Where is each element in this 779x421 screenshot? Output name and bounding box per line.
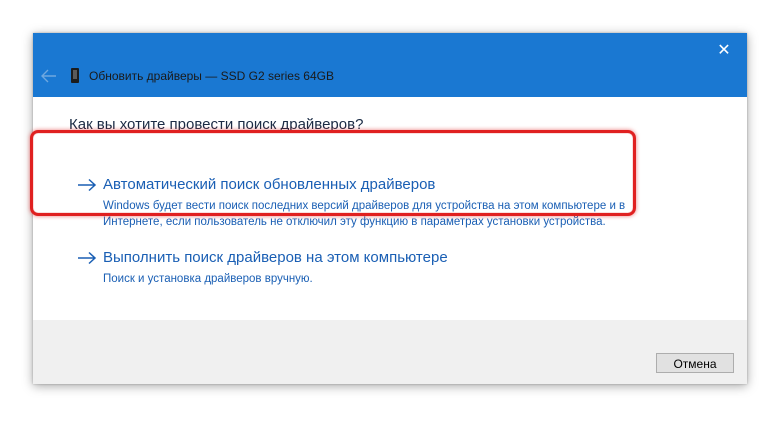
option-title[interactable]: Выполнить поиск драйверов на этом компью… bbox=[103, 249, 448, 266]
cancel-button[interactable]: Отмена bbox=[656, 353, 734, 373]
page-question: Как вы хотите провести поиск драйверов? bbox=[69, 116, 364, 133]
title-bar: ✕ Обновить драйверы — SSD G2 series 64GB bbox=[33, 33, 747, 97]
window-title: Обновить драйверы — SSD G2 series 64GB bbox=[89, 69, 334, 83]
option-description-line: Поиск и установка драйверов вручную. bbox=[103, 273, 313, 285]
back-arrow-icon[interactable] bbox=[41, 69, 57, 83]
option-description: Windows будет вести поиск последних верс… bbox=[103, 198, 663, 230]
option-description: Поиск и установка драйверов вручную. bbox=[103, 271, 663, 287]
update-drivers-dialog: ✕ Обновить драйверы — SSD G2 series 64GB… bbox=[33, 33, 747, 384]
dialog-footer: Отмена bbox=[33, 320, 747, 384]
close-button[interactable]: ✕ bbox=[711, 39, 737, 61]
option-description-line: Windows будет вести поиск последних верс… bbox=[103, 200, 626, 212]
option-description-line: Интернете, если пользователь не отключил… bbox=[103, 216, 606, 228]
option-title[interactable]: Автоматический поиск обновленных драйвер… bbox=[103, 176, 435, 193]
arrow-right-icon bbox=[78, 178, 97, 192]
device-icon bbox=[71, 68, 79, 83]
close-icon: ✕ bbox=[717, 40, 731, 59]
dialog-content: Как вы хотите провести поиск драйверов? … bbox=[33, 97, 747, 320]
arrow-right-icon bbox=[78, 251, 97, 265]
screenshot-stage: ✕ Обновить драйверы — SSD G2 series 64GB… bbox=[0, 0, 779, 421]
